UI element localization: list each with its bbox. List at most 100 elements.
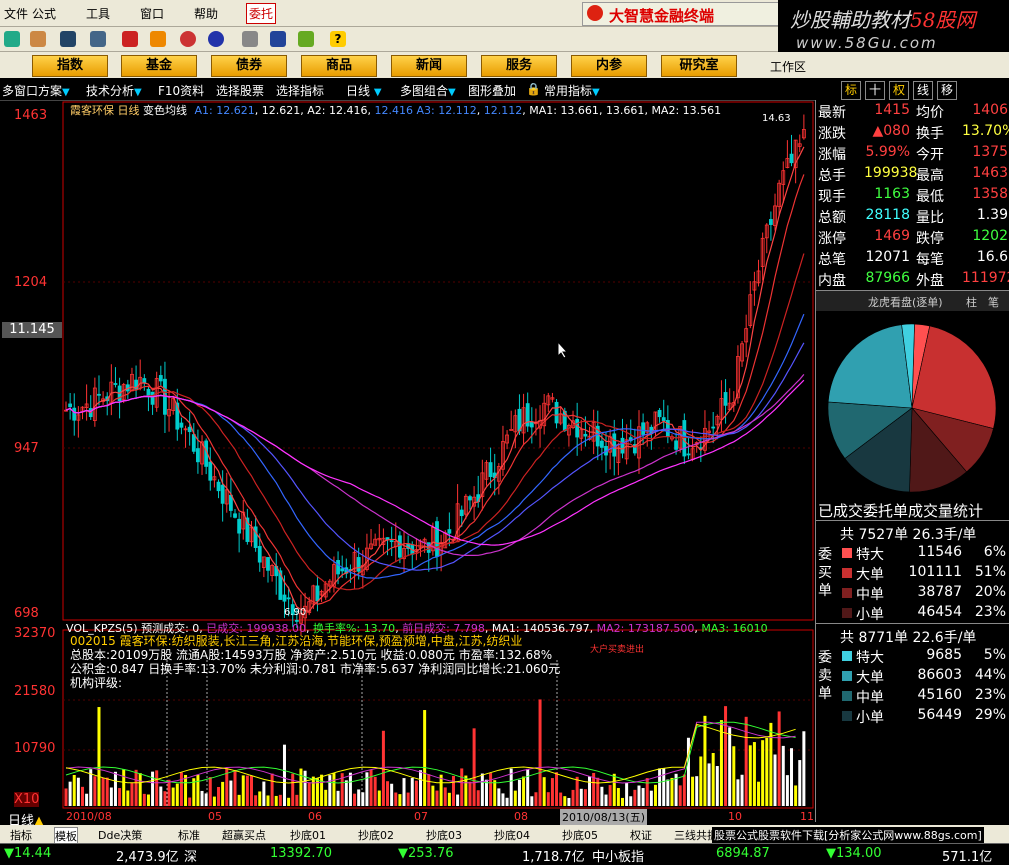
rtab-cross[interactable]: 十 xyxy=(865,81,885,100)
menu-help[interactable]: 帮助 xyxy=(194,5,218,22)
nav-news[interactable]: 新闻 xyxy=(391,55,467,77)
binoculars-icon[interactable] xyxy=(60,31,76,47)
volume-bar xyxy=(765,737,769,806)
nav-research[interactable]: 研究室 xyxy=(661,55,737,77)
volume-bar xyxy=(472,728,476,806)
rtab-mark[interactable]: 标 xyxy=(841,81,861,100)
volume-bar xyxy=(217,786,221,806)
indicator-tab[interactable]: 抄底05 xyxy=(562,827,598,843)
workarea-label[interactable]: 工作区 xyxy=(770,58,806,75)
volume-bar xyxy=(641,788,645,806)
tool-tech-analysis[interactable]: 技术分析▼ xyxy=(86,82,142,99)
indicator-tab[interactable]: 指标 xyxy=(10,827,32,843)
date-tick-4: 08 xyxy=(514,810,528,823)
candle-body xyxy=(97,393,101,396)
price-tick-bottom: 698 xyxy=(14,606,39,621)
note-icon[interactable] xyxy=(150,31,166,47)
tool-multi-chart[interactable]: 多图组合▼ xyxy=(400,82,456,99)
tool-select-indicator[interactable]: 选择指标 xyxy=(276,82,324,99)
volume-bar xyxy=(546,792,550,806)
volume-bar xyxy=(97,707,101,806)
quote-row: 内盘 87966 外盘 111972 xyxy=(816,270,1009,291)
menu-file[interactable]: 文件 xyxy=(4,5,28,22)
books-icon[interactable] xyxy=(298,31,314,47)
indicator-tab[interactable]: 抄底01 xyxy=(290,827,326,843)
tool-multiwindow[interactable]: 多窗口方案▼ xyxy=(2,82,70,99)
circle-blue-icon[interactable] xyxy=(208,31,224,47)
print-icon[interactable] xyxy=(242,31,258,47)
chart-icon[interactable] xyxy=(122,31,138,47)
volume-bar xyxy=(456,794,460,806)
download-link[interactable]: 股票公式股票软件下载[分析家公式网www.88gs.com] xyxy=(712,827,984,843)
bell-icon[interactable] xyxy=(90,31,106,47)
indicator-tab[interactable]: 抄底03 xyxy=(426,827,462,843)
rtab-move[interactable]: 移 xyxy=(937,81,957,100)
volume-bar xyxy=(221,781,225,806)
order-row: 中单 38787 20% xyxy=(840,584,1008,604)
candle-body xyxy=(179,422,184,428)
indicator-tab[interactable]: 抄底02 xyxy=(358,827,394,843)
volume-bar xyxy=(155,770,159,806)
subtab-dragon[interactable]: 龙虎看盘(逐单) xyxy=(868,294,943,310)
volume-bar xyxy=(555,772,559,806)
menu-formula[interactable]: 公式 xyxy=(32,5,56,22)
quote-value: 13.70% xyxy=(962,123,1009,139)
volume-bar xyxy=(200,790,204,806)
volume-bar xyxy=(550,778,554,806)
indicator-tab[interactable]: 抄底04 xyxy=(494,827,530,843)
tool-select-stock[interactable]: 选择股票 xyxy=(216,82,264,99)
volume-bar xyxy=(517,779,521,806)
volume-bar xyxy=(484,779,488,806)
indicator-tab[interactable]: 超赢买点 xyxy=(222,827,266,843)
nav-fund[interactable]: 基金 xyxy=(121,55,197,77)
quote-value: ▲080 xyxy=(872,123,911,139)
nav-internal[interactable]: 内参 xyxy=(571,55,647,77)
candle-body xyxy=(208,461,213,481)
volume-bar xyxy=(398,794,402,806)
indicator-tab[interactable]: 权证 xyxy=(630,827,652,843)
flag-icon[interactable] xyxy=(4,31,20,47)
quote-value: 5.99% xyxy=(865,144,910,160)
candle-body xyxy=(657,409,662,418)
volume-bar xyxy=(468,781,472,806)
menu-tools[interactable]: 工具 xyxy=(86,5,110,22)
tool-overlay[interactable]: 图形叠加 xyxy=(468,82,516,99)
volume-bar xyxy=(703,715,707,806)
status-val3: 13392.70 xyxy=(270,846,333,861)
rtab-right[interactable]: 权 xyxy=(889,81,909,100)
volume-bar xyxy=(637,785,641,806)
volume-bar xyxy=(245,775,249,806)
volume-bar xyxy=(188,797,192,806)
order-label: 中单 xyxy=(856,690,884,706)
legend-period: 日线 xyxy=(117,104,140,117)
volume-bar xyxy=(493,780,497,806)
volume-bar xyxy=(414,780,418,806)
volume-bar xyxy=(715,766,719,806)
kline-chart[interactable] xyxy=(0,100,815,822)
nav-commodity[interactable]: 商品 xyxy=(301,55,377,77)
menu-window[interactable]: 窗口 xyxy=(140,5,164,22)
quote-label: 涨停 xyxy=(818,231,846,247)
lock-icon[interactable]: 🔒 xyxy=(526,82,541,96)
window-icon[interactable] xyxy=(270,31,286,47)
indicator-tab[interactable]: 标准 xyxy=(178,827,200,843)
nav-bond[interactable]: 债券 xyxy=(211,55,287,77)
help-icon[interactable]: ? xyxy=(330,31,346,47)
nav-index[interactable]: 指数 xyxy=(32,55,108,77)
volume-bar xyxy=(72,774,76,806)
circle-red-icon[interactable] xyxy=(180,31,196,47)
nav-service[interactable]: 服务 xyxy=(481,55,557,77)
subtab-tick[interactable]: 笔 xyxy=(988,294,999,310)
tool-common-indicator[interactable]: 常用指标▼ xyxy=(544,82,600,99)
volume-bar xyxy=(736,779,740,806)
candle-body xyxy=(266,557,270,571)
indicator-tab[interactable]: Dde决策 xyxy=(98,827,142,843)
rtab-line[interactable]: 线 xyxy=(913,81,933,100)
tool-f10[interactable]: F10资料 xyxy=(158,82,204,99)
tool-period[interactable]: 日线 ▼ xyxy=(346,82,382,99)
quote-label: 外盘 xyxy=(916,273,944,289)
menu-entrust[interactable]: 委托 xyxy=(246,3,277,24)
bars-icon[interactable] xyxy=(30,31,46,47)
volume-bar xyxy=(542,777,546,806)
subtab-bar[interactable]: 柱 xyxy=(966,294,977,310)
